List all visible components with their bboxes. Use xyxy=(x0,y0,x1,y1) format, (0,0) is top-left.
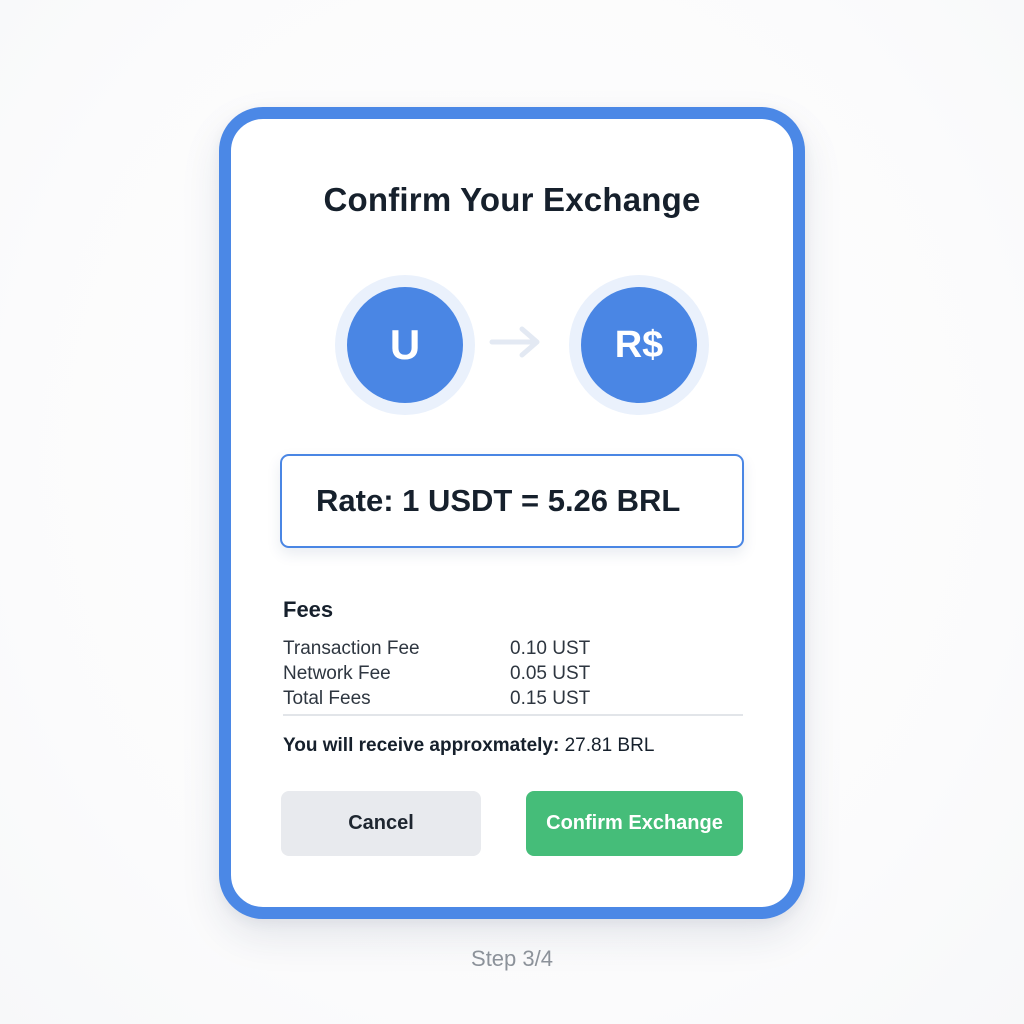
page-background: Confirm Your Exchange U R$ Rate: 1 USDT … xyxy=(0,0,1024,1024)
dialog-title: Confirm Your Exchange xyxy=(323,181,701,218)
from-currency-badge: U xyxy=(335,275,475,415)
fee-row-total: Total Fees 0.15 UST xyxy=(283,688,743,713)
receive-label: You will receive approxmately: xyxy=(283,735,560,756)
from-currency-icon: U xyxy=(347,287,463,403)
fee-label: Transaction Fee xyxy=(283,638,420,659)
fee-value: 0.05 UST xyxy=(510,663,591,684)
fee-label: Total Fees xyxy=(283,688,371,709)
arrow-right-icon xyxy=(489,326,540,358)
receive-amount: 27.81 BRL xyxy=(564,735,655,756)
confirm-exchange-button[interactable]: Confirm Exchange xyxy=(526,791,743,856)
fees-heading: Fees xyxy=(283,597,334,622)
fee-value: 0.10 UST xyxy=(510,638,591,659)
to-currency-icon: R$ xyxy=(581,287,697,403)
exchange-rate-box: Rate: 1 USDT = 5.26 BRL xyxy=(280,454,744,548)
fee-row-network: Network Fee 0.05 UST xyxy=(283,663,743,688)
receive-estimate: You will receive approxmately: 27.81 BRL xyxy=(283,735,654,757)
fee-value: 0.15 UST xyxy=(510,688,591,709)
fees-divider xyxy=(283,714,743,716)
step-indicator: Step 3/4 xyxy=(471,946,553,971)
fee-row-transaction: Transaction Fee 0.10 UST xyxy=(283,638,743,663)
fee-label: Network Fee xyxy=(283,663,391,684)
to-currency-badge: R$ xyxy=(569,275,709,415)
cancel-button[interactable]: Cancel xyxy=(281,791,481,856)
confirm-exchange-dialog: Confirm Your Exchange U R$ Rate: 1 USDT … xyxy=(219,107,805,919)
